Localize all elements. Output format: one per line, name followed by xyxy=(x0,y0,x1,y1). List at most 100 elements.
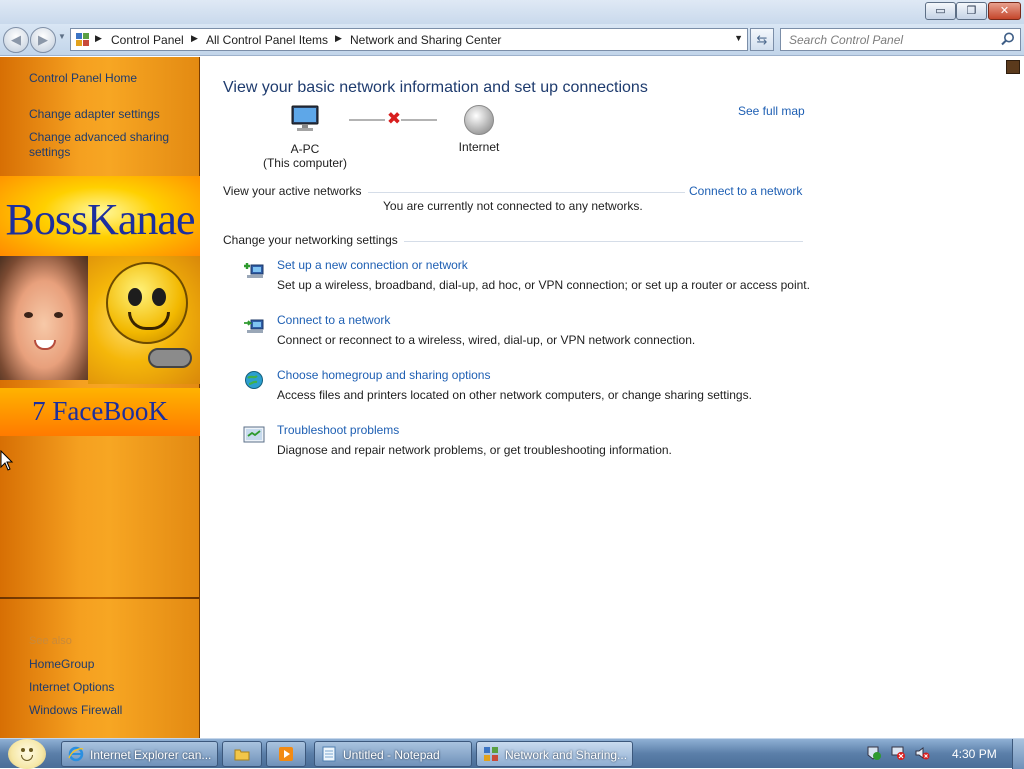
task-description: Connect or reconnect to a wireless, wire… xyxy=(277,333,696,347)
active-networks-heading: View your active networks xyxy=(223,184,368,198)
orb-eye xyxy=(29,748,33,752)
taskbar: Internet Explorer can... Untitled - Note… xyxy=(0,738,1024,769)
taskbar-button-label: Network and Sharing... xyxy=(505,748,628,762)
see-also-heading: See also xyxy=(29,635,72,647)
network-icon xyxy=(484,747,498,761)
refresh-button[interactable]: ⇆ xyxy=(750,28,774,51)
search-placeholder: Search Control Panel xyxy=(789,33,904,47)
task-new-connection: Set up a new connection or network Set u… xyxy=(241,258,821,298)
network-sharing-center-window: ▭ ❐ ✕ ◀ ▶ ▼ ▶ Control Panel ▶ All Contro… xyxy=(0,0,1024,738)
back-arrow-icon: ◀ xyxy=(11,32,21,47)
smiley-cartoon-image xyxy=(88,256,200,384)
taskbar-button-label: Untitled - Notepad xyxy=(343,748,440,762)
photo-mouth xyxy=(34,340,56,350)
taskbar-internet-explorer[interactable]: Internet Explorer can... xyxy=(61,741,218,767)
orb-eye xyxy=(21,748,25,752)
windows-firewall-link[interactable]: Windows Firewall xyxy=(29,703,122,718)
internet-options-link[interactable]: Internet Options xyxy=(29,680,114,695)
smiley-mouth xyxy=(128,312,170,330)
setup-new-connection-link[interactable]: Set up a new connection or network xyxy=(277,258,468,272)
computer-name: A-PC xyxy=(290,142,320,156)
main-content: View your basic network information and … xyxy=(201,57,1024,738)
restore-button[interactable]: ❐ xyxy=(956,2,987,20)
action-center-icon[interactable] xyxy=(866,745,882,761)
troubleshoot-icon xyxy=(243,426,265,443)
smiley-eye xyxy=(128,288,142,306)
breadcrumb-separator-icon[interactable]: ▶ xyxy=(95,33,102,44)
banner-subtitle: 7 FaceBooK xyxy=(32,396,168,426)
folder-icon xyxy=(234,749,250,761)
homegroup-link[interactable]: HomeGroup xyxy=(29,657,94,672)
forward-button[interactable]: ▶ xyxy=(30,27,56,53)
homegroup-sharing-link[interactable]: Choose homegroup and sharing options xyxy=(277,368,490,382)
start-button[interactable] xyxy=(8,739,46,769)
minimize-button[interactable]: ▭ xyxy=(925,2,956,20)
smiley-eye xyxy=(152,288,166,306)
photo-eye xyxy=(24,312,33,318)
address-bar[interactable]: ▶ Control Panel ▶ All Control Panel Item… xyxy=(70,28,748,51)
network-map-internet[interactable]: Internet xyxy=(449,105,509,154)
smiley-face-icon xyxy=(106,262,188,344)
forward-arrow-icon: ▶ xyxy=(38,32,48,47)
task-description: Access files and printers located on oth… xyxy=(277,388,752,402)
photo-eye xyxy=(54,312,63,318)
refresh-icon: ⇆ xyxy=(756,32,768,47)
troubleshoot-problems-link[interactable]: Troubleshoot problems xyxy=(277,423,399,437)
show-desktop-button[interactable] xyxy=(1012,739,1024,769)
title-bar[interactable]: ▭ ❐ ✕ xyxy=(0,0,1024,24)
banner-title: BossKanae xyxy=(5,195,196,244)
breadcrumb-separator-icon[interactable]: ▶ xyxy=(335,33,342,44)
control-panel-home-link[interactable]: Control Panel Home xyxy=(29,71,137,86)
section-divider xyxy=(365,192,685,193)
search-icon[interactable] xyxy=(1000,31,1016,47)
volume-muted-icon[interactable] xyxy=(914,745,930,761)
network-map-computer[interactable]: A-PC (This computer) xyxy=(261,105,349,170)
computer-icon xyxy=(291,105,319,131)
task-description: Diagnose and repair network problems, or… xyxy=(277,443,672,457)
internet-explorer-icon xyxy=(68,746,84,762)
system-clock[interactable]: 4:30 PM xyxy=(952,747,997,761)
back-button[interactable]: ◀ xyxy=(3,27,29,53)
breadcrumb-network-sharing[interactable]: Network and Sharing Center xyxy=(350,33,501,47)
network-disconnected-icon[interactable] xyxy=(890,745,906,761)
change-settings-heading: Change your networking settings xyxy=(223,233,404,247)
notepad-icon xyxy=(322,746,336,762)
change-adapter-settings-link[interactable]: Change adapter settings xyxy=(29,107,160,122)
task-troubleshoot: Troubleshoot problems Diagnose and repai… xyxy=(241,423,821,463)
bosskanae-banner: BossKanae 7 FaceBooK xyxy=(0,176,200,436)
change-advanced-sharing-link[interactable]: Change advanced sharing settings xyxy=(29,130,189,160)
banner-footer: 7 FaceBooK xyxy=(0,388,200,436)
taskbar-network-sharing[interactable]: Network and Sharing... xyxy=(476,741,633,767)
connect-to-network-task-link[interactable]: Connect to a network xyxy=(277,313,390,327)
left-pane-divider xyxy=(0,597,199,599)
internet-globe-icon xyxy=(464,105,494,135)
taskbar-windows-explorer[interactable] xyxy=(222,741,262,767)
breadcrumb-separator-icon[interactable]: ▶ xyxy=(191,33,198,44)
taskbar-media-player[interactable] xyxy=(266,741,306,767)
see-full-map-link[interactable]: See full map xyxy=(738,104,805,118)
task-description: Set up a wireless, broadband, dial-up, a… xyxy=(277,278,810,292)
internet-label: Internet xyxy=(458,140,500,154)
page-title: View your basic network information and … xyxy=(223,79,648,96)
task-homegroup: Choose homegroup and sharing options Acc… xyxy=(241,368,821,408)
section-divider xyxy=(401,241,803,242)
map-connector-line xyxy=(349,119,385,121)
navigation-bar: ◀ ▶ ▼ ▶ Control Panel ▶ All Control Pane… xyxy=(0,24,1024,56)
taskbar-button-label: Internet Explorer can... xyxy=(90,748,212,762)
taskbar-notepad[interactable]: Untitled - Notepad xyxy=(314,741,472,767)
breadcrumb-control-panel[interactable]: Control Panel xyxy=(111,33,184,47)
banner-header: BossKanae xyxy=(0,176,200,256)
notification-area xyxy=(862,745,942,763)
close-button[interactable]: ✕ xyxy=(988,2,1021,20)
breadcrumb-all-items[interactable]: All Control Panel Items xyxy=(206,33,328,47)
address-dropdown-icon[interactable]: ▼ xyxy=(734,33,743,43)
connection-status-text: You are currently not connected to any n… xyxy=(383,199,643,213)
task-connect-network: Connect to a network Connect or reconnec… xyxy=(241,313,821,353)
cartoon-shoe xyxy=(148,348,192,368)
computer-subtitle: (This computer) xyxy=(262,156,348,170)
media-player-icon xyxy=(279,747,293,761)
recent-pages-dropdown-icon[interactable]: ▼ xyxy=(58,32,66,41)
search-input[interactable]: Search Control Panel xyxy=(780,28,1021,51)
connect-to-network-link[interactable]: Connect to a network xyxy=(689,184,802,198)
user-corner-icon xyxy=(1006,60,1020,74)
